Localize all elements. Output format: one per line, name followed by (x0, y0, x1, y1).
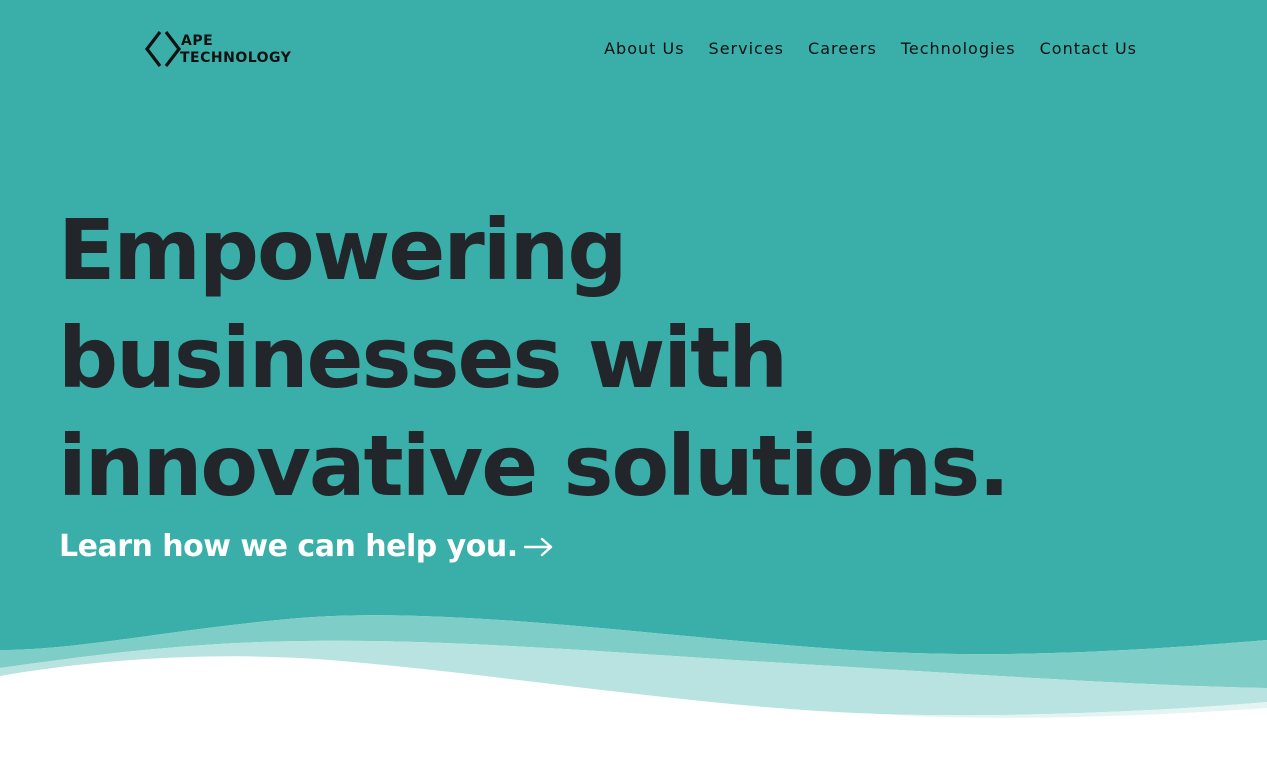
hero-headline-line: businesses with (58, 309, 788, 407)
nav-link-about-us[interactable]: About Us (604, 38, 684, 60)
main-navigation: About Us Services Careers Technologies C… (604, 38, 1137, 60)
diamond-logo-icon (144, 31, 182, 67)
brand-name-line1: APE (181, 32, 214, 49)
nav-link-services[interactable]: Services (709, 38, 784, 60)
page: APE TECHNOLOGY About Us Services Careers… (0, 0, 1267, 777)
nav-link-careers[interactable]: Careers (808, 38, 877, 60)
hero-section: APE TECHNOLOGY About Us Services Careers… (0, 0, 1267, 777)
hero-headline-line: innovative solutions. (58, 417, 1010, 515)
arrow-right-icon (523, 537, 552, 556)
brand-wordmark: APE TECHNOLOGY (180, 34, 291, 65)
hero-headline-line: Empowering (58, 201, 627, 299)
learn-more-label: Learn how we can help you. (59, 529, 518, 564)
brand-logo[interactable]: APE TECHNOLOGY (144, 29, 291, 69)
nav-link-technologies[interactable]: Technologies (901, 38, 1016, 60)
nav-link-contact-us[interactable]: Contact Us (1040, 38, 1137, 60)
learn-more-link[interactable]: Learn how we can help you. (59, 529, 554, 564)
hero-headline: Empowering businesses with innovative so… (58, 196, 1010, 520)
brand-name-line2: TECHNOLOGY (180, 49, 292, 66)
